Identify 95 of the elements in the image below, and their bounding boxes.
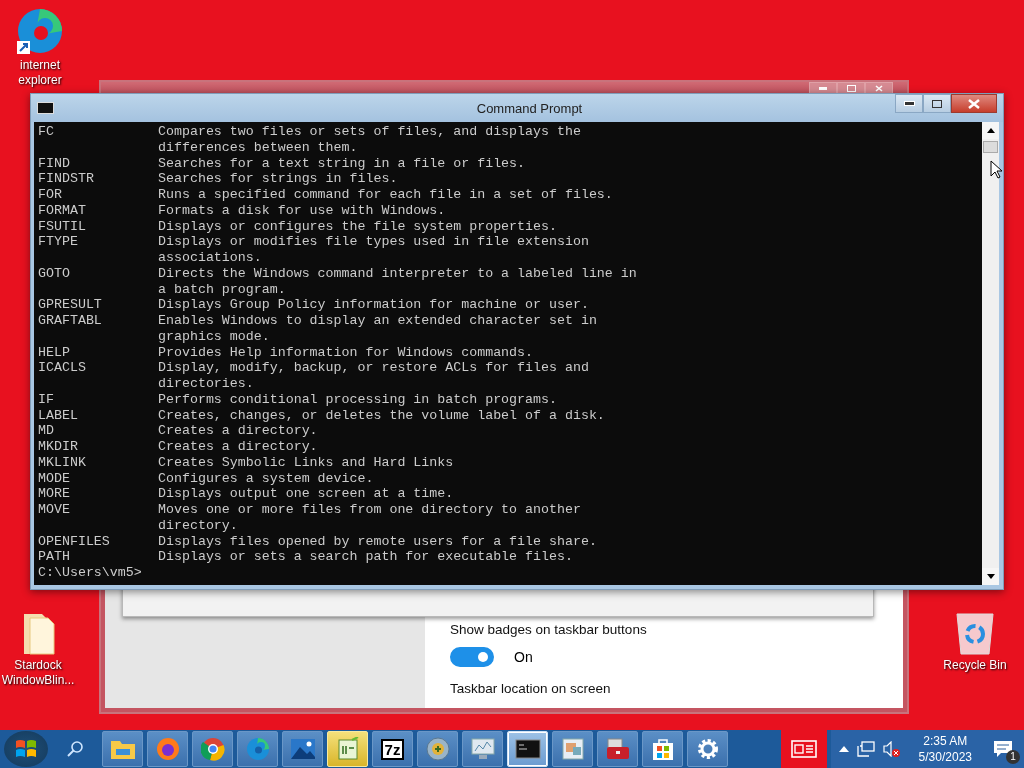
search-icon bbox=[66, 740, 84, 758]
command-description: Displays or sets a search path for executable files. bbox=[158, 549, 573, 565]
clock-time[interactable]: 2:35 AM bbox=[923, 733, 968, 749]
shopping-bag-icon bbox=[650, 737, 675, 761]
toolbox-icon bbox=[604, 737, 631, 761]
message-icon bbox=[993, 740, 1013, 758]
command-prompt: C:\Users\vm5> bbox=[38, 565, 143, 581]
windows-logo-icon bbox=[14, 738, 38, 760]
notepad-icon bbox=[335, 737, 360, 761]
show-hidden-icons-button[interactable] bbox=[838, 746, 849, 752]
command-description: Compares two files or sets of files, and displays the differences between them. bbox=[158, 124, 581, 156]
command-description: Creates Symbolic Links and Hard Links bbox=[158, 454, 454, 471]
command-name: FOR bbox=[38, 187, 63, 203]
command-description: Performs conditional processing in batch programs. bbox=[158, 391, 557, 408]
maximize-button[interactable] bbox=[923, 94, 951, 113]
command-description: Moves one or more files from one directory to another directory. bbox=[158, 502, 581, 534]
scrollbar[interactable] bbox=[982, 122, 999, 585]
command-name: FSUTIL bbox=[38, 218, 87, 235]
browser-icon bbox=[155, 737, 180, 761]
command-name: MORE bbox=[38, 486, 71, 502]
desktop-icon-label[interactable]: Recycle Bin bbox=[943, 658, 1007, 673]
setting-label: Taskbar location on screen bbox=[450, 681, 612, 696]
command-name: GRAFTABL bbox=[38, 313, 103, 330]
window-title: Command Prompt bbox=[475, 100, 584, 116]
command-description: Configures a system device. bbox=[158, 470, 374, 487]
command-description: Displays or configures the file system properties. bbox=[158, 218, 557, 235]
down-arrow-icon bbox=[986, 574, 995, 579]
console-icon bbox=[514, 739, 541, 759]
command-name: ICACLS bbox=[38, 360, 87, 378]
command-description: Creates, changes, or deletes the volume label of a disk. bbox=[158, 407, 605, 424]
close-button[interactable] bbox=[951, 94, 997, 113]
command-description: Display, modify, backup, or restore ACLs for files and directories. bbox=[158, 360, 589, 392]
image-icon bbox=[560, 737, 585, 761]
command-name: MKDIR bbox=[38, 439, 79, 455]
command-name: FC bbox=[38, 124, 55, 141]
clock-date[interactable]: 5/30/2023 bbox=[918, 749, 972, 765]
notification-count: 1 bbox=[1006, 750, 1020, 764]
command-name: MODE bbox=[38, 470, 71, 487]
desktop-icon-label[interactable]: Stardock WindowBlin... bbox=[1, 658, 75, 688]
command-name: OPENFILES bbox=[38, 533, 111, 550]
scroll-down-button[interactable] bbox=[982, 568, 999, 585]
command-name: MD bbox=[38, 423, 55, 439]
command-description: Enables Windows to display an extended character set in graphics mode. bbox=[158, 313, 597, 345]
command-name: IF bbox=[38, 391, 55, 408]
command-description: Displays or modifies file types used in file extension associations. bbox=[158, 234, 589, 266]
browser-icon bbox=[245, 737, 270, 761]
command-name: MKLINK bbox=[38, 454, 87, 471]
disc-icon bbox=[424, 736, 451, 762]
command-description: Formats a disk for use with Windows. bbox=[158, 202, 446, 219]
mountain-picture-icon bbox=[289, 738, 316, 760]
command-description: Searches for a text string in a file or files. bbox=[158, 155, 526, 172]
setting-label: Show badges on taskbar buttons bbox=[450, 622, 648, 637]
command-name: GOTO bbox=[38, 265, 71, 283]
console-icon bbox=[37, 102, 54, 114]
command-description: Creates a directory. bbox=[158, 423, 318, 439]
command-name: LABEL bbox=[38, 407, 79, 424]
command-name: FINDSTR bbox=[38, 171, 95, 187]
recycle-bin-icon[interactable] bbox=[954, 610, 996, 656]
command-description: Directs the Windows command interpreter to a labeled line in a batch program. bbox=[158, 265, 637, 298]
command-name: PATH bbox=[38, 549, 71, 565]
up-arrow-icon bbox=[986, 128, 995, 133]
command-name: MOVE bbox=[38, 502, 71, 519]
taskbar-button[interactable]: 7z bbox=[372, 731, 413, 767]
command-name: HELP bbox=[38, 344, 71, 361]
scroll-up-button[interactable] bbox=[982, 122, 999, 139]
command-name: FTYPE bbox=[38, 234, 79, 252]
folder-icon bbox=[109, 738, 136, 760]
command-name: FIND bbox=[38, 155, 71, 172]
settings-icon bbox=[695, 737, 720, 761]
close-icon bbox=[968, 98, 980, 109]
minimize-button[interactable] bbox=[895, 94, 923, 113]
command-name: FORMAT bbox=[38, 202, 87, 219]
command-description: Displays files opened by remote users for a file share. bbox=[158, 533, 597, 550]
news-button[interactable] bbox=[780, 730, 827, 768]
command-description: Provides Help information for Windows commands. bbox=[158, 344, 534, 361]
browser-icon[interactable] bbox=[15, 6, 65, 56]
toggle-switch[interactable] bbox=[450, 647, 494, 667]
command-description: Searches for strings in files. bbox=[158, 171, 398, 187]
network-icon[interactable] bbox=[856, 741, 875, 757]
archiver-logo: 7z bbox=[380, 738, 405, 760]
command-description: Displays output one screen at a time. bbox=[158, 486, 454, 502]
browser-icon bbox=[200, 737, 225, 761]
command-name: GPRESULT bbox=[38, 297, 103, 313]
command-description: Creates a directory. bbox=[158, 439, 318, 455]
newspaper-icon bbox=[790, 739, 817, 759]
chart-monitor-icon bbox=[469, 737, 496, 761]
muted-speaker-icon[interactable] bbox=[882, 741, 901, 757]
command-description: Displays Group Policy information for machine or user. bbox=[158, 297, 589, 313]
desktop-icon-label[interactable]: internet explorer bbox=[18, 58, 62, 88]
command-description: Runs a specified command for each file in a set of files. bbox=[158, 187, 613, 203]
scroll-thumb[interactable] bbox=[983, 141, 998, 153]
start-button[interactable] bbox=[4, 731, 48, 767]
toggle-label: On bbox=[514, 649, 533, 665]
cursor-icon bbox=[990, 160, 1002, 179]
close-icon bbox=[875, 84, 883, 92]
